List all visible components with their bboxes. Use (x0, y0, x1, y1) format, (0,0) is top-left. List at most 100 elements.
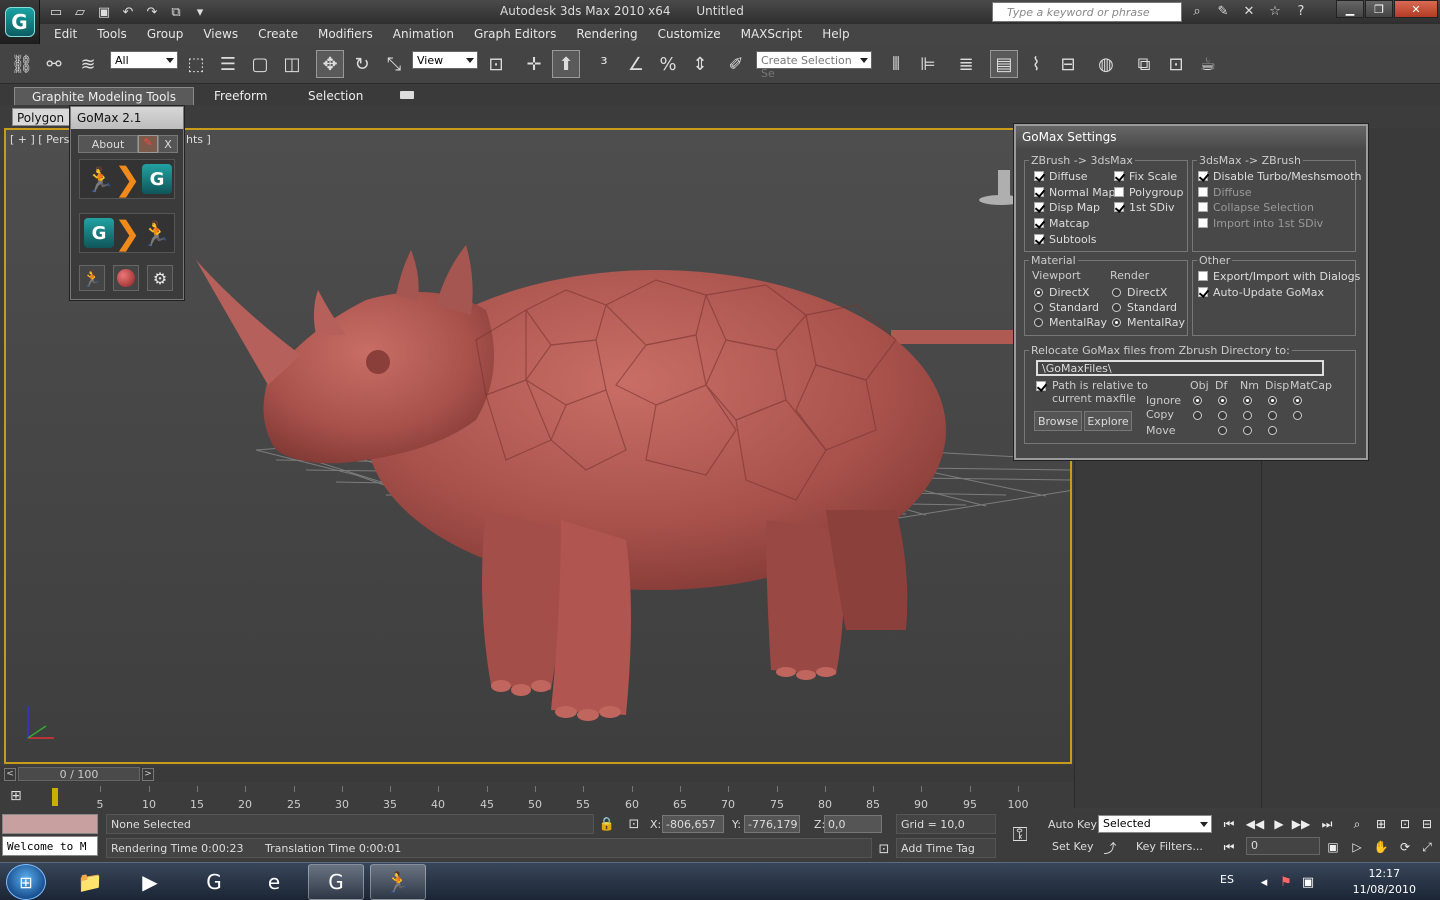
set-key-button[interactable]: Set Key (1052, 840, 1094, 853)
gomax-about-button[interactable]: About (78, 135, 138, 153)
radio-nm-move[interactable] (1243, 426, 1252, 435)
select-object-icon[interactable]: ⬚ (182, 50, 210, 78)
next-frame-icon[interactable]: ▶▶ (1290, 814, 1312, 834)
edit-named-selection-icon[interactable]: ✐ (722, 50, 750, 78)
gomax-panel-title[interactable]: GoMax 2.1 (71, 107, 183, 129)
checkbox-path-relative[interactable] (1036, 380, 1051, 393)
play-icon[interactable]: ▶ (1268, 814, 1290, 834)
language-indicator[interactable]: ES (1220, 873, 1234, 886)
keyboard-shortcut-icon[interactable]: ⬆ (552, 50, 580, 78)
checkbox-auto-update[interactable]: Auto-Update GoMax (1198, 286, 1324, 299)
prev-frame-icon[interactable]: ◀◀ (1244, 814, 1266, 834)
menu-help[interactable]: Help (808, 27, 849, 41)
checkbox-subtools[interactable]: Subtools (1034, 233, 1097, 246)
radio-df-copy[interactable] (1218, 411, 1227, 420)
radio-matcap-copy[interactable] (1293, 411, 1302, 420)
select-move-icon[interactable]: ✥ (316, 50, 344, 78)
current-frame-field[interactable]: 0 (1246, 837, 1320, 855)
render-setup-icon[interactable]: ⧉ (1130, 50, 1158, 78)
menu-group[interactable]: Group (133, 27, 184, 41)
save-icon[interactable]: ▣ (94, 3, 114, 21)
unlink-icon[interactable]: ⚯ (40, 50, 68, 78)
add-time-tag[interactable]: Add Time Tag (896, 838, 996, 858)
manipulate-icon[interactable]: ✛ (520, 50, 548, 78)
field-of-view-icon[interactable]: ▷ (1346, 837, 1368, 857)
menu-animation[interactable]: Animation (379, 27, 454, 41)
max-to-zbrush-button[interactable]: G ❯ 🏃 (79, 213, 175, 253)
render-teapot-icon[interactable]: ☕ (1194, 50, 1222, 78)
rect-selection-icon[interactable]: ▢ (246, 50, 274, 78)
binoculars-icon[interactable]: ⌕ (1186, 2, 1208, 21)
radio-render-directx[interactable]: DirectX (1112, 286, 1167, 299)
undo-icon[interactable]: ↶ (118, 3, 138, 21)
maximize-viewport-icon[interactable]: ⤢ (1416, 837, 1438, 857)
radio-disp-copy[interactable] (1268, 411, 1277, 420)
checkbox-polygroup[interactable]: Polygroup (1114, 186, 1183, 199)
mini-curve-editor-icon[interactable]: ⊞ (10, 788, 32, 806)
mirror-icon[interactable]: ⫴ (882, 50, 910, 78)
angle-snap-icon[interactable]: ∠ (622, 50, 650, 78)
radio-obj-ignore[interactable] (1193, 396, 1202, 405)
named-selection-dropdown[interactable]: Create Selection Se (756, 51, 872, 80)
ref-coord-dropdown[interactable]: View (412, 51, 478, 69)
x-coordinate-field[interactable]: -806,657 (662, 815, 724, 833)
graphite-toggle-icon[interactable]: ▤ (990, 50, 1018, 78)
menu-tools[interactable]: Tools (83, 27, 127, 41)
checkbox-disp-map[interactable]: Disp Map (1034, 201, 1100, 214)
checkbox-1st-sdiv[interactable]: 1st SDiv (1114, 201, 1175, 214)
radio-disp-ignore[interactable] (1268, 396, 1277, 405)
current-frame-marker[interactable] (52, 788, 58, 806)
orbit-icon[interactable]: ⟳ (1394, 837, 1416, 857)
pan-view-icon[interactable]: ✋ (1370, 837, 1392, 857)
radio-df-ignore[interactable] (1218, 396, 1227, 405)
zbrush-icon[interactable]: 🏃 (79, 265, 105, 291)
menu-create[interactable]: Create (244, 27, 298, 41)
default-tangents-icon[interactable]: ⤴ (1100, 837, 1120, 857)
set-key-icon[interactable]: ⚿ (1010, 822, 1030, 846)
selection-lock-icon[interactable]: 🔒 (597, 814, 617, 834)
radio-render-standard[interactable]: Standard (1112, 301, 1177, 314)
radio-obj-copy[interactable] (1193, 411, 1202, 420)
explorer-icon[interactable]: 📁 (62, 864, 118, 900)
tab-selection[interactable]: Selection (300, 87, 371, 105)
checkbox-normal-map[interactable]: Normal Map (1034, 186, 1116, 199)
close-button[interactable]: ✕ (1394, 0, 1438, 18)
key-filters-button[interactable]: Key Filters... (1136, 840, 1203, 853)
checkbox-fix-scale[interactable]: Fix Scale (1114, 170, 1177, 183)
minimize-button[interactable]: ▁ (1336, 0, 1364, 18)
communication-icon[interactable]: ✕ (1238, 2, 1260, 21)
zoom-extents-all-icon[interactable]: ⊟ (1416, 814, 1438, 834)
application-button[interactable]: G (0, 0, 40, 44)
time-slider-next-button[interactable]: > (142, 768, 154, 781)
tray-arrow-icon[interactable]: ◂ (1254, 872, 1274, 892)
explore-button[interactable]: Explore (1084, 411, 1132, 431)
zoom-all-icon[interactable]: ⊞ (1370, 814, 1392, 834)
radio-nm-copy[interactable] (1243, 411, 1252, 420)
checkbox-collapse-selection[interactable]: Collapse Selection (1198, 201, 1314, 214)
checkbox-max-diffuse[interactable]: Diffuse (1198, 186, 1252, 199)
relocate-path-input[interactable]: \GoMaxFiles\ (1036, 360, 1324, 376)
favorites-star-icon[interactable]: ☆ (1264, 2, 1286, 21)
key-mode-icon[interactable]: ⏮ (1218, 837, 1240, 857)
time-slider-thumb[interactable]: 0 / 100 (18, 767, 140, 781)
internet-explorer-icon[interactable]: e (246, 864, 302, 900)
checkbox-matcap[interactable]: Matcap (1034, 217, 1089, 230)
pin-icon[interactable]: ✎ (138, 135, 158, 153)
radio-render-mentalray[interactable]: MentalRay (1112, 316, 1185, 329)
radio-viewport-directx[interactable]: DirectX (1034, 286, 1089, 299)
percent-snap-icon[interactable]: % (654, 50, 682, 78)
radio-df-move[interactable] (1218, 426, 1227, 435)
viewport-shading-label[interactable]: hts ] (186, 133, 211, 146)
tools-icon[interactable]: ✎ (1212, 2, 1234, 21)
settings-gear-icon[interactable]: ⚙ (147, 265, 173, 291)
bind-spacewarp-icon[interactable]: ≋ (74, 50, 102, 78)
help-icon[interactable]: ? (1290, 2, 1312, 21)
clock[interactable]: 12:17 11/08/2010 (1353, 866, 1416, 898)
project-folder-icon[interactable]: ⧉ (166, 3, 186, 21)
align-icon[interactable]: ⊫ (914, 50, 942, 78)
browse-button[interactable]: Browse (1034, 411, 1082, 431)
redo-icon[interactable]: ↷ (142, 3, 162, 21)
radio-viewport-standard[interactable]: Standard (1034, 301, 1099, 314)
gomax-close-button[interactable]: X (158, 135, 178, 153)
start-button[interactable]: ⊞ (6, 864, 46, 900)
